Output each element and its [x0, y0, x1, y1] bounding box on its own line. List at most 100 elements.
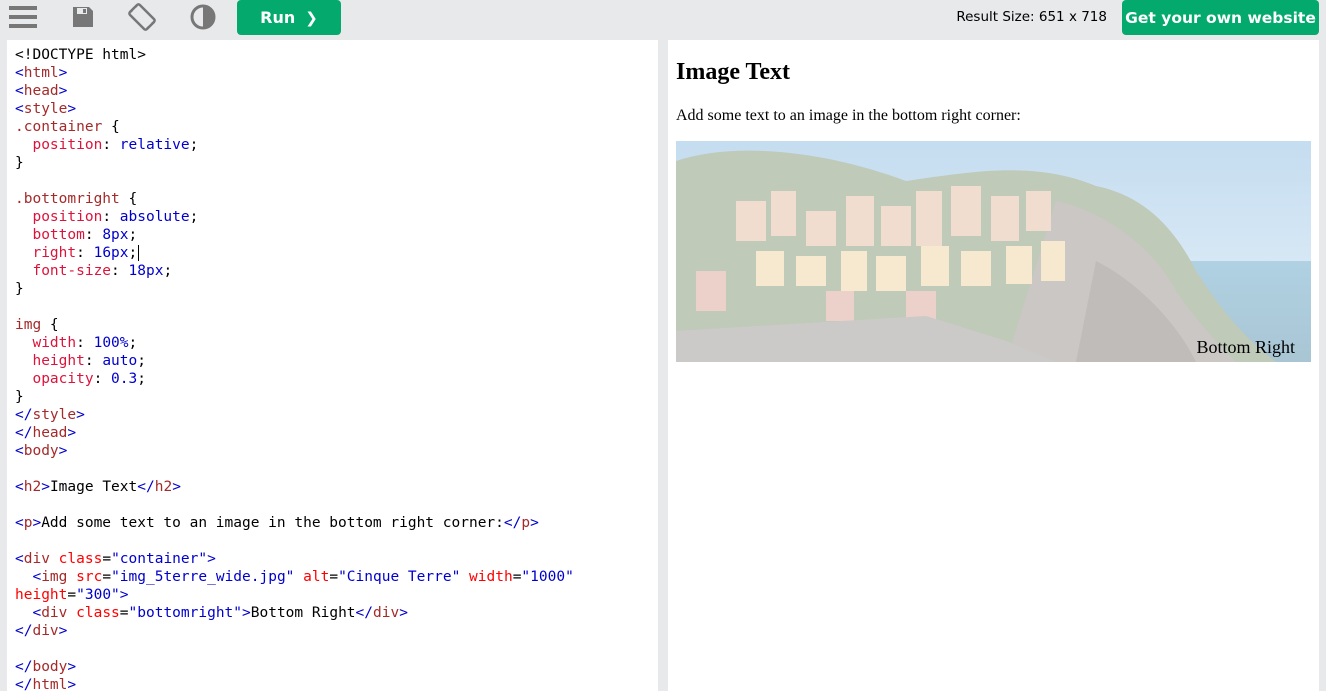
- rotate-icon[interactable]: [126, 2, 158, 32]
- code-token: </: [503, 515, 522, 531]
- code-token: style: [32, 407, 77, 423]
- code-token: :: [76, 335, 94, 351]
- code-token: ;: [128, 335, 138, 351]
- code-token: position: [32, 209, 103, 225]
- code-line: font-size: 18px;: [15, 262, 658, 280]
- code-token: >: [58, 65, 68, 81]
- code-line: </div>: [15, 622, 658, 640]
- code-token: 0.3: [111, 371, 138, 387]
- code-token: bottom: [32, 227, 85, 243]
- code-token: =: [329, 569, 339, 585]
- code-token: =: [102, 551, 112, 567]
- code-token: >: [41, 479, 50, 495]
- code-token: :: [84, 353, 103, 369]
- code-token: </: [355, 605, 373, 621]
- code-token: </: [15, 623, 33, 639]
- code-token: :: [84, 227, 103, 243]
- code-line: height="300">: [15, 586, 658, 604]
- code-line: <div class="container">: [15, 550, 658, 568]
- code-token: font-size: [32, 263, 112, 279]
- code-token: div: [32, 623, 59, 639]
- code-line: .container {: [15, 118, 658, 136]
- code-token: html: [32, 677, 68, 691]
- code-token: :: [76, 245, 94, 261]
- code-line: bottom: 8px;: [15, 226, 658, 244]
- code-token: =: [67, 587, 77, 603]
- code-token: Bottom Right: [250, 605, 356, 621]
- run-button[interactable]: Run ❯: [237, 0, 341, 35]
- pane-divider[interactable]: [658, 40, 668, 691]
- code-token: height: [15, 587, 68, 603]
- code-token: ;: [189, 209, 199, 225]
- code-token: >: [242, 605, 251, 621]
- code-token: {: [41, 317, 59, 333]
- code-token: auto: [102, 353, 138, 369]
- code-token: >: [67, 101, 77, 117]
- result-pane: Image Text Add some text to an image in …: [668, 40, 1319, 691]
- code-line: <p>Add some text to an image in the bott…: [15, 514, 658, 532]
- code-line: }: [15, 154, 658, 172]
- code-token: :: [102, 209, 120, 225]
- code-token: head: [32, 425, 68, 441]
- code-token: img: [41, 569, 68, 585]
- code-token: .bottomright: [15, 191, 120, 207]
- code-token: >: [58, 83, 68, 99]
- code-token: ;: [137, 353, 146, 369]
- code-token: <: [15, 101, 24, 117]
- code-token: p: [521, 515, 531, 531]
- code-token: width: [32, 335, 77, 351]
- code-token: }: [15, 281, 24, 297]
- code-token: img: [15, 317, 42, 333]
- code-token: "container": [111, 551, 208, 567]
- get-your-own-website-button[interactable]: Get your own website: [1122, 0, 1319, 35]
- code-token: :: [102, 137, 120, 153]
- code-token: >: [67, 677, 77, 691]
- code-token: >: [58, 443, 68, 459]
- code-text[interactable]: <!DOCTYPE html> <html> <head> <style> .conta…: [7, 40, 658, 691]
- code-token: html: [23, 65, 59, 81]
- code-token: :: [111, 263, 129, 279]
- code-line: <!DOCTYPE html>: [15, 46, 658, 64]
- code-line: <div class="bottomright">Bottom Right</d…: [15, 604, 658, 622]
- code-token: <: [15, 443, 24, 459]
- result-paragraph: Add some text to an image in the bottom …: [676, 107, 1021, 124]
- code-line: .bottomright {: [15, 190, 658, 208]
- code-line: </style>: [15, 406, 658, 424]
- code-token: <: [15, 83, 24, 99]
- code-token: "img_5terre_wide.jpg": [111, 569, 295, 585]
- code-editor[interactable]: <!DOCTYPE html> <html> <head> <style> .conta…: [7, 40, 658, 691]
- code-token: :: [93, 371, 112, 387]
- code-token: opacity: [32, 371, 94, 387]
- code-token: <: [15, 479, 24, 495]
- code-token: 16px: [93, 245, 129, 261]
- code-token: class: [76, 605, 120, 621]
- save-icon[interactable]: [67, 2, 99, 32]
- code-token: ;: [128, 245, 138, 261]
- code-token: ;: [163, 263, 173, 279]
- code-token: div: [41, 605, 68, 621]
- code-token: >: [207, 551, 216, 567]
- cinque-terre-image-container: Bottom Right: [676, 141, 1311, 362]
- code-token: ;: [137, 371, 146, 387]
- code-token: right: [32, 245, 77, 261]
- code-token: >: [67, 659, 77, 675]
- code-token: ;: [128, 227, 138, 243]
- code-line: <head>: [15, 82, 658, 100]
- code-line: position: absolute;: [15, 208, 658, 226]
- code-token: div: [373, 605, 400, 621]
- code-token: <!DOCTYPE html>: [15, 47, 146, 63]
- code-line: height: auto;: [15, 352, 658, 370]
- contrast-icon[interactable]: [187, 2, 219, 32]
- code-token: h2: [154, 479, 173, 495]
- hamburger-menu-icon[interactable]: [7, 2, 39, 32]
- code-token: <: [32, 569, 42, 585]
